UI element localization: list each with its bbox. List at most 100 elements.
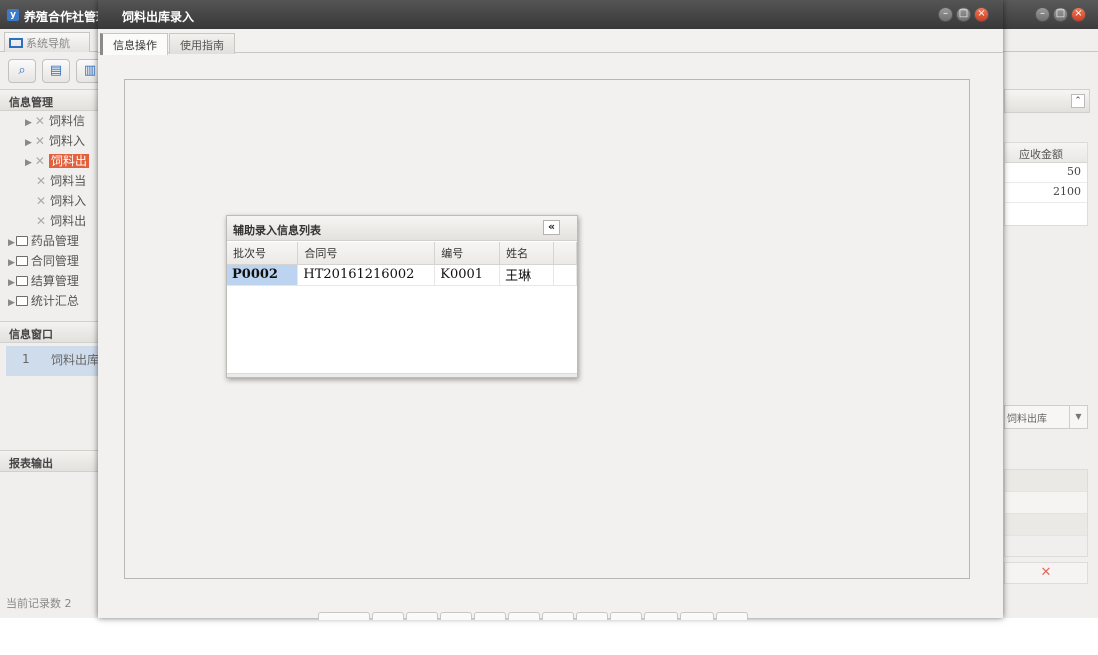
right-panel-header: ⌃ — [1004, 89, 1090, 113]
expand-arrow-icon[interactable]: ▶ — [25, 118, 32, 128]
close-icon[interactable]: × — [974, 7, 989, 22]
maximize-icon[interactable]: □ — [956, 7, 971, 22]
section-info-manage: 信息管理 — [0, 89, 100, 111]
dialog-button[interactable] — [318, 612, 370, 620]
app-title: 养殖合作社管理 — [24, 10, 100, 24]
helper-list-popup: 辅助录入信息列表 « 批次号 合同号 编号 姓名 P0002 HT2016121… — [226, 215, 578, 378]
expand-arrow-icon[interactable]: ▶ — [8, 258, 15, 268]
sidebar-tree-item[interactable]: ▶ 药品管理 — [8, 232, 79, 249]
dialog-button[interactable] — [474, 612, 506, 620]
collapse-up-icon[interactable]: ⌃ — [1071, 94, 1085, 108]
dialog-button[interactable] — [508, 612, 540, 620]
report-panel — [1004, 469, 1088, 557]
grid-cell: 50 — [1005, 163, 1087, 183]
maximize-icon[interactable]: □ — [1053, 7, 1068, 22]
dialog-button[interactable] — [542, 612, 574, 620]
list-icon: ▤ — [49, 63, 63, 78]
main-window-controls: – □ × — [1035, 7, 1086, 22]
sidebar-tree-item[interactable]: ▶ 统计汇总 — [8, 292, 79, 309]
window-index: 1 — [22, 352, 30, 366]
sidebar-tree-item[interactable]: ▶ ✕ 饲料出 — [25, 152, 89, 169]
dialog-button[interactable] — [610, 612, 642, 620]
column-header-batch[interactable]: 批次号 — [227, 242, 299, 265]
select-value: 饲料出库 — [1007, 414, 1047, 425]
close-x-button[interactable]: ✕ — [1004, 562, 1088, 584]
minimize-icon[interactable]: – — [938, 7, 953, 22]
minimize-icon[interactable]: – — [1035, 7, 1050, 22]
column-header-code[interactable]: 编号 — [434, 242, 501, 265]
report-row[interactable] — [1005, 514, 1087, 536]
cell-code[interactable]: K0001 — [434, 264, 501, 286]
dialog-window-controls: – □ × — [938, 7, 989, 22]
dialog-button[interactable] — [680, 612, 714, 620]
expand-arrow-icon[interactable]: ▶ — [25, 158, 32, 168]
tree-item-label: 饲料出 — [50, 214, 87, 228]
window-label: 饲料出库 — [51, 353, 100, 367]
main-toolbar: ⌕ ▤ ▥ — [8, 59, 104, 83]
column-header-name[interactable]: 姓名 — [499, 242, 555, 265]
tree-item-label: 饲料当 — [50, 174, 87, 188]
report-row[interactable] — [1005, 470, 1087, 492]
popup-scrollbar[interactable] — [227, 373, 577, 377]
list-button[interactable]: ▤ — [42, 59, 70, 83]
grid-header: 应收金额 — [1005, 143, 1087, 163]
sidebar-tree-item[interactable]: ✕ 饲料入 — [36, 192, 86, 209]
section-info-window: 信息窗口 — [0, 321, 100, 343]
dialog-title-bar[interactable]: 饲料出库录入 – □ × — [98, 0, 1003, 29]
expand-arrow-icon[interactable]: ▶ — [8, 278, 15, 288]
dialog-button[interactable] — [406, 612, 438, 620]
sidebar-tree-item[interactable]: ▶ 结算管理 — [8, 272, 79, 289]
close-icon[interactable]: × — [1071, 7, 1086, 22]
tab-label: 系统导航 — [26, 37, 70, 50]
dialog-button[interactable] — [576, 612, 608, 620]
sidebar-tree-item[interactable]: ▶ 合同管理 — [8, 252, 79, 269]
record-count-status: 当前记录数 2 — [6, 597, 72, 610]
tools-icon: ✕ — [34, 154, 45, 168]
tab-system-nav[interactable]: 系统导航 — [4, 32, 90, 52]
table-row[interactable]: P0002 HT20161216002 K0001 王琳 — [227, 264, 577, 286]
expand-arrow-icon[interactable]: ▶ — [8, 298, 15, 308]
window-select[interactable]: 饲料出库 ▼ — [1004, 405, 1088, 429]
sidebar-tree-item[interactable]: ▶ ✕ 饲料信 — [25, 112, 85, 129]
popup-header: 辅助录入信息列表 — [227, 216, 577, 241]
sidebar-tree-item[interactable]: ✕ 饲料当 — [36, 172, 86, 189]
sidebar-tree-item[interactable]: ✕ 饲料出 — [36, 212, 86, 229]
tools-icon: ✕ — [36, 194, 47, 208]
tree-item-label: 饲料出 — [48, 154, 89, 168]
dialog-button[interactable] — [644, 612, 678, 620]
expand-arrow-icon[interactable]: ▶ — [8, 238, 15, 248]
tree-item-label: 药品管理 — [30, 234, 79, 248]
search-button[interactable]: ⌕ — [8, 59, 36, 83]
dialog-button[interactable] — [440, 612, 472, 620]
cell-name[interactable]: 王琳 — [499, 264, 555, 286]
table-header-row: 批次号 合同号 编号 姓名 — [227, 242, 577, 265]
tree-item-label: 合同管理 — [30, 254, 79, 268]
tools-icon: ✕ — [34, 114, 45, 128]
tab-info-operation[interactable]: 信息操作 — [100, 33, 168, 55]
window-list-item[interactable]: 1 饲料出库 — [6, 346, 100, 376]
column-header-filler — [553, 242, 577, 265]
tree-item-label: 饲料信 — [48, 114, 85, 128]
popup-title: 辅助录入信息列表 — [233, 224, 321, 237]
dialog-button[interactable] — [372, 612, 404, 620]
dialog-button[interactable] — [716, 612, 748, 620]
grid-cell: 2100 — [1005, 183, 1087, 203]
tree-item-label: 饲料入 — [50, 194, 87, 208]
tools-icon: ✕ — [34, 134, 45, 148]
cell-contract[interactable]: HT20161216002 — [297, 264, 436, 286]
collapse-left-icon[interactable]: « — [543, 220, 560, 235]
cell-batch[interactable]: P0002 — [227, 264, 299, 286]
tree-item-label: 结算管理 — [30, 274, 79, 288]
tab-user-guide[interactable]: 使用指南 — [169, 33, 235, 54]
column-header-contract[interactable]: 合同号 — [297, 242, 436, 265]
dialog-button-row — [318, 612, 748, 620]
document-icon: ▥ — [83, 63, 97, 78]
chevron-down-icon[interactable]: ▼ — [1069, 406, 1087, 428]
cell-filler — [553, 264, 577, 286]
expand-arrow-icon[interactable]: ▶ — [25, 138, 32, 148]
monitor-icon — [9, 38, 23, 48]
section-report-output: 报表输出 — [0, 450, 100, 472]
tree-item-label: 饲料入 — [48, 134, 85, 148]
sidebar-tree-item[interactable]: ▶ ✕ 饲料入 — [25, 132, 85, 149]
report-row[interactable] — [1005, 492, 1087, 514]
